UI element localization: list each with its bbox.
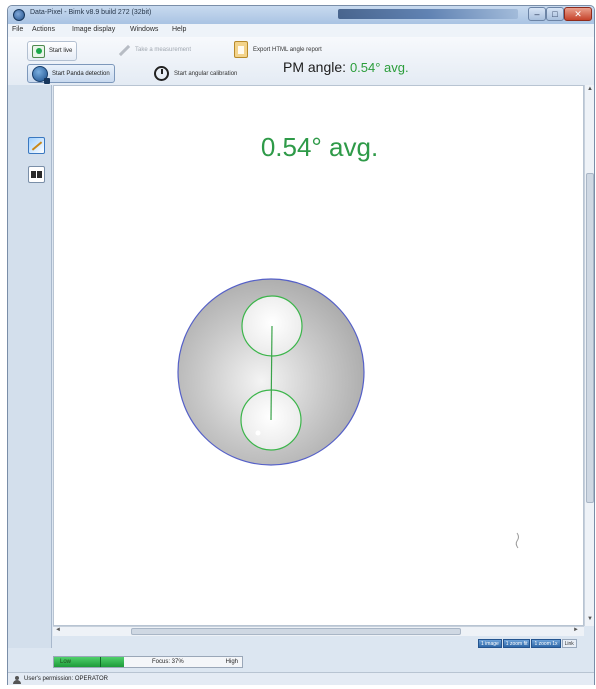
app-icon (13, 9, 25, 21)
focus-meter-divider (100, 657, 101, 667)
zoom-controls: 1 image 1 zoom fit 1 zoom 1x Link (478, 639, 577, 648)
film-tool-icon[interactable] (28, 166, 45, 183)
zoom-image-button[interactable]: 1 image (478, 639, 502, 648)
stopwatch-icon (154, 66, 169, 81)
maximize-button[interactable]: □ (546, 7, 564, 21)
menu-actions[interactable]: Actions (32, 26, 55, 33)
scroll-up-icon[interactable]: ▲ (587, 86, 593, 92)
focus-low-label: Low (60, 659, 72, 665)
pm-angle-readout: PM angle: 0.54° avg. (283, 59, 409, 75)
focus-high-label: High (225, 659, 238, 665)
menu-image-display[interactable]: Image display (72, 26, 115, 33)
fiber-image (177, 278, 519, 549)
window-title: Data-Pixel - Bimk v8.9 build 272 (32bit) (30, 9, 152, 16)
start-angular-calibration-button[interactable]: Start angular calibration (154, 66, 237, 81)
menu-help[interactable]: Help (172, 26, 186, 33)
zoom-fit-button[interactable]: 1 zoom fit (502, 639, 531, 648)
zoom-link-button[interactable]: Link (561, 639, 577, 648)
export-report-label: Export HTML angle report (253, 46, 322, 53)
scroll-left-icon[interactable]: ◄ (55, 627, 61, 633)
focus-meter: Low Focus: 37% High (53, 656, 243, 668)
scroll-down-icon[interactable]: ▼ (587, 616, 593, 622)
image-viewport[interactable]: 0.54° avg. (53, 85, 584, 626)
pm-angle-value: 0.54° avg. (349, 60, 409, 75)
vertical-scroll-thumb[interactable] (586, 173, 594, 503)
start-angular-calibration-label: Start angular calibration (174, 70, 238, 77)
app-window: Data-Pixel - Bimk v8.9 build 272 (32bit)… (7, 5, 595, 685)
pencil-icon (116, 43, 130, 57)
user-icon (13, 676, 21, 684)
live-icon (32, 44, 45, 58)
user-permission-text: User's permission: OPERATOR (24, 676, 108, 682)
menu-bar: File Actions Image display Windows Help (8, 24, 594, 37)
tool-sidebar (8, 85, 52, 648)
vertical-scrollbar[interactable]: ▲ ▼ (584, 85, 594, 626)
export-report-button[interactable]: Export HTML angle report (234, 41, 322, 58)
horizontal-scrollbar[interactable]: ◄ ► (53, 626, 584, 636)
take-measurement-button[interactable]: Take a measurement (116, 43, 191, 57)
debris-mark (515, 532, 519, 549)
menu-file[interactable]: File (12, 26, 23, 33)
start-panda-detection-button[interactable]: Start Panda detection (27, 64, 115, 84)
horizontal-scroll-thumb[interactable] (131, 628, 461, 635)
scroll-right-icon[interactable]: ► (573, 627, 579, 633)
start-live-label: Start live (49, 48, 73, 54)
clipboard-icon (234, 41, 248, 58)
focus-value-label: Focus: 37% (152, 659, 184, 665)
glare-spot (255, 430, 261, 436)
menu-windows[interactable]: Windows (130, 26, 158, 33)
pm-angle-label: PM angle: (283, 59, 347, 75)
start-panda-detection-label: Start Panda detection (52, 70, 110, 77)
zoom-1x-button[interactable]: 1 zoom 1x (531, 639, 561, 648)
title-bar: Data-Pixel - Bimk v8.9 build 272 (32bit)… (8, 6, 594, 24)
status-bar: User's permission: OPERATOR (8, 672, 594, 685)
minimize-button[interactable]: – (528, 7, 546, 21)
title-bar-gradient (338, 9, 518, 19)
start-live-button[interactable]: Start live (27, 41, 78, 61)
close-button[interactable]: ✕ (564, 7, 592, 21)
target-icon (32, 65, 50, 84)
toolbar: Start live Take a measurement Export HTM… (8, 37, 594, 85)
measure-tool-icon[interactable] (28, 137, 45, 154)
take-measurement-label: Take a measurement (135, 47, 192, 53)
